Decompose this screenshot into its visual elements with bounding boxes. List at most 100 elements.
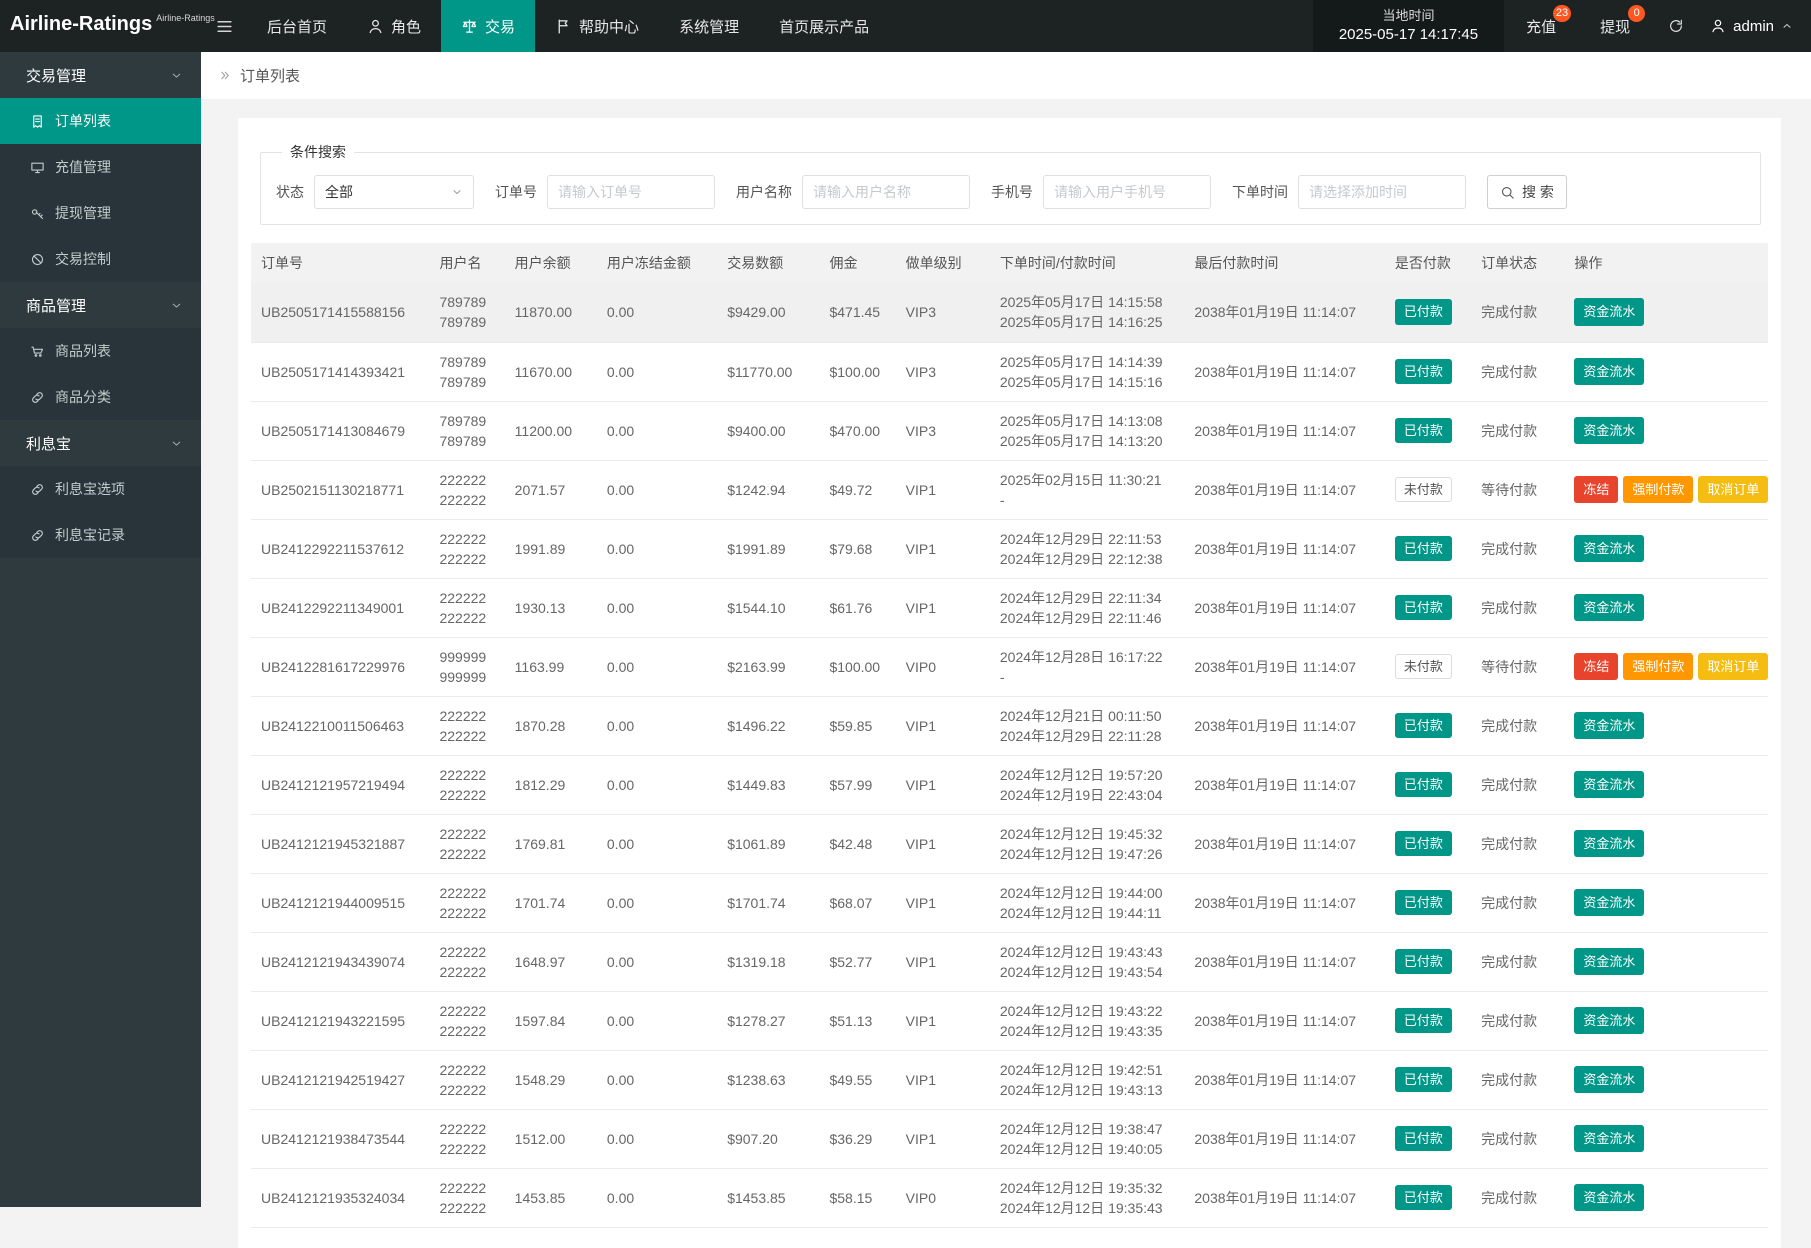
vip-level: VIP1 [896, 1109, 990, 1168]
sidebar-item-order-list[interactable]: 订单列表 [0, 98, 201, 144]
sidebar-section-product-management[interactable]: 商品管理 [0, 282, 201, 328]
breadcrumb-current: 订单列表 [240, 65, 300, 86]
force-pay-button[interactable]: 强制付款 [1623, 476, 1693, 504]
fund-flow-button[interactable]: 资金流水 [1574, 1066, 1644, 1094]
actions-cell: 资金流水 [1564, 1109, 1768, 1168]
payment-status-badge: 已付款 [1395, 595, 1452, 621]
fund-flow-button[interactable]: 资金流水 [1574, 417, 1644, 445]
sidebar-submenu: 商品列表商品分类 [0, 328, 201, 420]
vip-level: VIP1 [896, 991, 990, 1050]
order-status: 完成付款 [1471, 696, 1564, 755]
sidebar-item-lixibao-options[interactable]: 利息宝选项 [0, 466, 201, 512]
actions-cell: 资金流水 [1564, 401, 1768, 460]
chevron-down-icon [170, 69, 183, 82]
sidebar-item-label: 商品列表 [55, 341, 111, 361]
nav-item-system[interactable]: 系统管理 [659, 0, 759, 52]
sidebar-item-product-category[interactable]: 商品分类 [0, 374, 201, 420]
order-time-input[interactable] [1298, 175, 1466, 209]
last-pay-time: 2038年01月19日 11:14:07 [1184, 932, 1385, 991]
sidebar-section-label: 利息宝 [26, 433, 71, 454]
table-row: UB24122100115064632222222222221870.280.0… [251, 696, 1768, 755]
order-no-input[interactable] [547, 175, 715, 209]
sidebar: 交易管理订单列表充值管理提现管理交易控制商品管理商品列表商品分类利息宝利息宝选项… [0, 52, 201, 1207]
username: 789789789789 [429, 342, 504, 401]
sidebar-item-product-list[interactable]: 商品列表 [0, 328, 201, 374]
frozen-amount: 0.00 [597, 342, 717, 401]
menu-toggle-button[interactable] [201, 0, 247, 52]
fund-flow-button[interactable]: 资金流水 [1574, 298, 1644, 326]
fund-flow-button[interactable]: 资金流水 [1574, 1125, 1644, 1153]
status-select[interactable]: 全部 [314, 175, 474, 209]
breadcrumb: 订单列表 [201, 52, 1811, 99]
fund-flow-button[interactable]: 资金流水 [1574, 712, 1644, 740]
sidebar-item-lixibao-records[interactable]: 利息宝记录 [0, 512, 201, 558]
sidebar-item-label: 商品分类 [55, 387, 111, 407]
fund-flow-button[interactable]: 资金流水 [1574, 830, 1644, 858]
is-paid: 已付款 [1385, 1168, 1471, 1227]
force-pay-button[interactable]: 强制付款 [1623, 653, 1693, 681]
link-icon [30, 528, 45, 543]
nav-item-products[interactable]: 首页展示产品 [759, 0, 889, 52]
nav-item-home[interactable]: 后台首页 [247, 0, 347, 52]
admin-menu[interactable]: admin [1700, 0, 1811, 52]
order-pay-time: 2025年05月17日 14:13:082025年05月17日 14:13:20 [990, 401, 1185, 460]
sidebar-section-lixibao[interactable]: 利息宝 [0, 420, 201, 466]
order-status: 完成付款 [1471, 401, 1564, 460]
field-label: 用户名称 [736, 182, 792, 202]
row-actions: 资金流水 [1574, 535, 1758, 563]
cancel-order-button[interactable]: 取消订单 [1698, 476, 1768, 504]
order-no: UB2412121957219494 [251, 755, 429, 814]
status-select-value: 全部 [325, 182, 353, 202]
withdraw-nav-button[interactable]: 提现 0 [1578, 0, 1652, 52]
freeze-button[interactable]: 冻结 [1574, 653, 1618, 681]
nav-item-help[interactable]: 帮助中心 [535, 0, 659, 52]
fund-flow-button[interactable]: 资金流水 [1574, 358, 1644, 386]
fund-flow-button[interactable]: 资金流水 [1574, 948, 1644, 976]
sidebar-item-withdraw-management[interactable]: 提现管理 [0, 190, 201, 236]
fund-flow-button[interactable]: 资金流水 [1574, 1007, 1644, 1035]
recharge-nav-button[interactable]: 充值 23 [1504, 0, 1578, 52]
fund-flow-button[interactable]: 资金流水 [1574, 1184, 1644, 1212]
freeze-button[interactable]: 冻结 [1574, 476, 1618, 504]
row-actions: 资金流水 [1574, 1125, 1758, 1153]
hamburger-icon [215, 17, 234, 36]
payment-status-badge: 已付款 [1395, 831, 1452, 857]
sidebar-item-trade-control[interactable]: 交易控制 [0, 236, 201, 282]
order-no: UB2412121945321887 [251, 814, 429, 873]
column-header: 订单号 [251, 243, 429, 283]
search-button[interactable]: 搜 索 [1487, 175, 1567, 209]
cancel-order-button[interactable]: 取消订单 [1698, 653, 1768, 681]
username-input[interactable] [802, 175, 970, 209]
order-status: 完成付款 [1471, 1168, 1564, 1227]
sidebar-menu: 交易管理订单列表充值管理提现管理交易控制商品管理商品列表商品分类利息宝利息宝选项… [0, 52, 201, 558]
fund-flow-button[interactable]: 资金流水 [1574, 889, 1644, 917]
username: 222222222222 [429, 755, 504, 814]
search-field-order-time: 下单时间 [1232, 175, 1466, 209]
is-paid: 已付款 [1385, 814, 1471, 873]
nav-item-roles[interactable]: 角色 [347, 0, 441, 52]
phone-input[interactable] [1043, 175, 1211, 209]
order-no: UB2505171415588156 [251, 283, 429, 342]
double-chevron-right-icon [218, 69, 231, 82]
scales-icon [461, 18, 478, 35]
sidebar-item-recharge-management[interactable]: 充值管理 [0, 144, 201, 190]
actions-cell: 资金流水 [1564, 814, 1768, 873]
recharge-count-badge: 23 [1553, 5, 1571, 22]
table-row: UB24121219432215952222222222221597.840.0… [251, 991, 1768, 1050]
sidebar-section-trade-management[interactable]: 交易管理 [0, 52, 201, 98]
fund-flow-button[interactable]: 资金流水 [1574, 535, 1644, 563]
payment-status-badge: 已付款 [1395, 418, 1452, 444]
trade-amount: $1453.85 [717, 1168, 819, 1227]
table-row: UB24121219353240342222222222221453.850.0… [251, 1168, 1768, 1227]
refresh-button[interactable] [1652, 0, 1700, 52]
username: 999999999999 [429, 637, 504, 696]
nav-items: 后台首页角色交易帮助中心系统管理首页展示产品 [247, 0, 889, 52]
nav-item-trade[interactable]: 交易 [441, 0, 535, 52]
fund-flow-button[interactable]: 资金流水 [1574, 771, 1644, 799]
order-status: 完成付款 [1471, 1109, 1564, 1168]
order-status: 完成付款 [1471, 1050, 1564, 1109]
field-label: 手机号 [991, 182, 1033, 202]
fund-flow-button[interactable]: 资金流水 [1574, 594, 1644, 622]
last-pay-time: 2038年01月19日 11:14:07 [1184, 460, 1385, 519]
search-field-username: 用户名称 [736, 175, 970, 209]
